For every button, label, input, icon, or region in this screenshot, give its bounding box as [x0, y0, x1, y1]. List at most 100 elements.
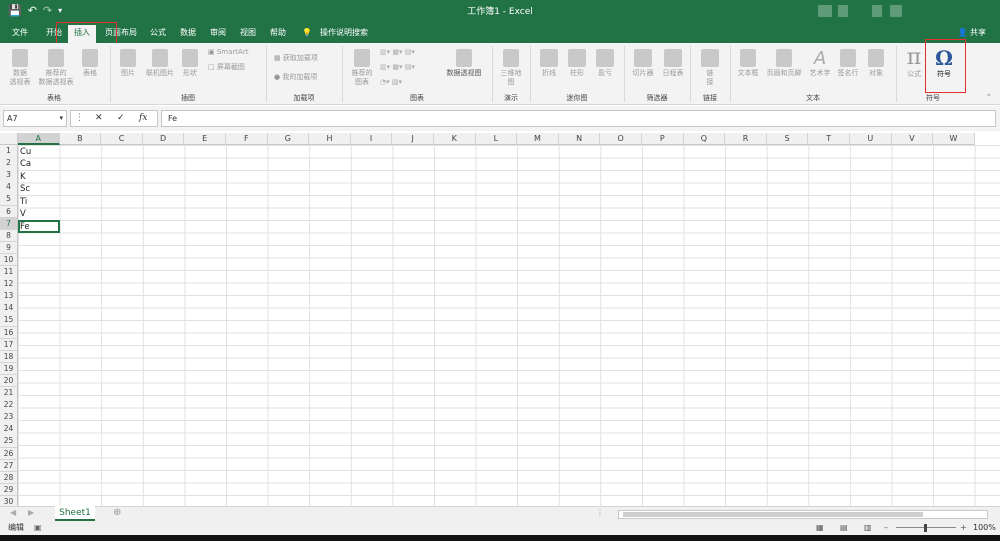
- row-header-9[interactable]: 9: [0, 241, 18, 255]
- page-layout-view-icon[interactable]: ▤: [840, 521, 848, 535]
- page-break-view-icon[interactable]: ▥: [864, 521, 872, 535]
- row-header-17[interactable]: 17: [0, 338, 18, 352]
- textbox-button[interactable]: 文本框: [734, 49, 762, 78]
- column-header-W[interactable]: W: [933, 133, 975, 145]
- table-button[interactable]: 表格: [78, 49, 102, 78]
- row-header-12[interactable]: 12: [0, 278, 18, 291]
- cell-A2[interactable]: Ca: [18, 158, 31, 170]
- scroll-left-icon[interactable]: ◀: [10, 508, 16, 517]
- link-button[interactable]: 链 接: [698, 49, 722, 87]
- sparkline-winloss-button[interactable]: 盈亏: [592, 49, 618, 78]
- row-header-24[interactable]: 24: [0, 423, 18, 436]
- name-box[interactable]: A7 ▾: [3, 110, 67, 127]
- pivot-chart-button[interactable]: 数据透视图: [440, 49, 488, 78]
- tab-help[interactable]: 帮助: [268, 26, 288, 43]
- pivot-table-button[interactable]: 数据 透视表: [6, 49, 34, 87]
- zoom-out-icon[interactable]: –: [884, 521, 888, 535]
- column-header-D[interactable]: D: [142, 133, 185, 145]
- row-header-6[interactable]: 6: [0, 205, 18, 218]
- tab-formulas[interactable]: 公式: [148, 26, 168, 43]
- collapse-ribbon-icon[interactable]: ⌃: [986, 93, 992, 101]
- map3d-button[interactable]: 三维地 图: [496, 49, 526, 87]
- row-header-27[interactable]: 27: [0, 459, 18, 473]
- column-header-R[interactable]: R: [725, 133, 767, 145]
- cell-A6[interactable]: V: [18, 208, 26, 220]
- sheet-tab-sheet1[interactable]: Sheet1: [55, 506, 95, 521]
- cell-A4[interactable]: Sc: [18, 183, 30, 195]
- column-header-P[interactable]: P: [642, 133, 684, 145]
- object-button[interactable]: 对象: [862, 49, 890, 78]
- column-header-J[interactable]: J: [392, 133, 434, 145]
- row-header-7[interactable]: 7: [0, 217, 18, 231]
- zoom-level[interactable]: 100%: [973, 521, 996, 535]
- tab-review[interactable]: 审阅: [208, 26, 228, 43]
- chart-types-icons[interactable]: ▥▾ ▦▾ ▤▾: [380, 63, 415, 71]
- row-header-4[interactable]: 4: [0, 181, 18, 194]
- row-header-3[interactable]: 3: [0, 169, 18, 182]
- row-header-8[interactable]: 8: [0, 229, 18, 243]
- column-header-U[interactable]: U: [850, 133, 892, 145]
- online-pictures-button[interactable]: 联机图片: [142, 49, 178, 78]
- column-header-H[interactable]: H: [309, 133, 351, 145]
- tell-me-search[interactable]: 操作说明搜索: [318, 26, 370, 43]
- tab-file[interactable]: 文件: [10, 26, 30, 43]
- smartart-button[interactable]: ▣ SmartArt: [208, 48, 248, 56]
- column-header-C[interactable]: C: [101, 133, 143, 145]
- sparkline-column-button[interactable]: 柱形: [564, 49, 590, 78]
- timeline-button[interactable]: 日程表: [658, 49, 688, 78]
- enter-icon[interactable]: ✓: [117, 111, 125, 126]
- horizontal-scrollbar[interactable]: [618, 510, 988, 519]
- scrollbar-thumb[interactable]: [623, 512, 923, 517]
- select-all-corner[interactable]: [0, 133, 18, 145]
- recommended-charts-button[interactable]: 推荐的 图表: [348, 49, 376, 87]
- tab-data[interactable]: 数据: [178, 26, 198, 43]
- row-header-13[interactable]: 13: [0, 290, 18, 303]
- macro-record-icon[interactable]: ▣: [34, 521, 42, 535]
- zoom-slider-thumb[interactable]: [924, 524, 927, 532]
- row-header-20[interactable]: 20: [0, 374, 18, 388]
- column-header-N[interactable]: N: [558, 133, 601, 145]
- zoom-in-icon[interactable]: +: [960, 521, 967, 535]
- screenshot-button[interactable]: □ 屏幕截图: [208, 62, 245, 72]
- column-header-M[interactable]: M: [517, 133, 559, 145]
- column-header-K[interactable]: K: [434, 133, 476, 145]
- column-header-A[interactable]: A: [18, 133, 60, 145]
- cell-A3[interactable]: K: [18, 171, 26, 183]
- column-header-V[interactable]: V: [891, 133, 934, 145]
- add-sheet-icon[interactable]: ⊕: [113, 507, 121, 518]
- row-header-14[interactable]: 14: [0, 302, 18, 315]
- row-header-26[interactable]: 26: [0, 447, 18, 460]
- row-header-15[interactable]: 15: [0, 314, 18, 327]
- column-header-T[interactable]: T: [808, 133, 850, 145]
- column-header-G[interactable]: G: [267, 133, 310, 145]
- header-footer-button[interactable]: 页眉和页脚: [762, 49, 806, 78]
- scroll-right-icon[interactable]: ▶: [28, 508, 34, 517]
- recommended-pivot-button[interactable]: 推荐的 数据透视表: [36, 49, 76, 87]
- column-header-B[interactable]: B: [59, 133, 102, 145]
- cancel-icon[interactable]: ✕: [95, 111, 103, 126]
- row-header-1[interactable]: 1: [0, 145, 18, 158]
- my-addins-button[interactable]: ● 我的加载项: [274, 72, 317, 82]
- row-header-5[interactable]: 5: [0, 193, 18, 206]
- row-header-28[interactable]: 28: [0, 471, 18, 485]
- column-header-S[interactable]: S: [766, 133, 809, 145]
- row-header-16[interactable]: 16: [0, 326, 18, 339]
- get-addins-button[interactable]: ▦ 获取加载项: [274, 53, 318, 63]
- pictures-button[interactable]: 图片: [116, 49, 140, 78]
- column-header-E[interactable]: E: [184, 133, 226, 145]
- row-header-29[interactable]: 29: [0, 483, 18, 497]
- cell-A1[interactable]: Cu: [18, 146, 31, 158]
- formula-input[interactable]: Fe: [161, 110, 996, 127]
- row-header-22[interactable]: 22: [0, 399, 18, 412]
- wordart-button[interactable]: A 艺术字: [806, 49, 834, 78]
- sparkline-line-button[interactable]: 折线: [536, 49, 562, 78]
- chart-types-icons[interactable]: ▥▾ ▦▾ ▤▾: [380, 48, 415, 56]
- insert-function-icon[interactable]: fx: [139, 111, 147, 126]
- row-header-11[interactable]: 11: [0, 266, 18, 279]
- row-header-10[interactable]: 10: [0, 253, 18, 267]
- row-header-19[interactable]: 19: [0, 362, 18, 376]
- column-header-Q[interactable]: Q: [683, 133, 726, 145]
- equation-button[interactable]: π 公式: [902, 46, 926, 79]
- row-header-2[interactable]: 2: [0, 157, 18, 170]
- row-header-21[interactable]: 21: [0, 387, 18, 400]
